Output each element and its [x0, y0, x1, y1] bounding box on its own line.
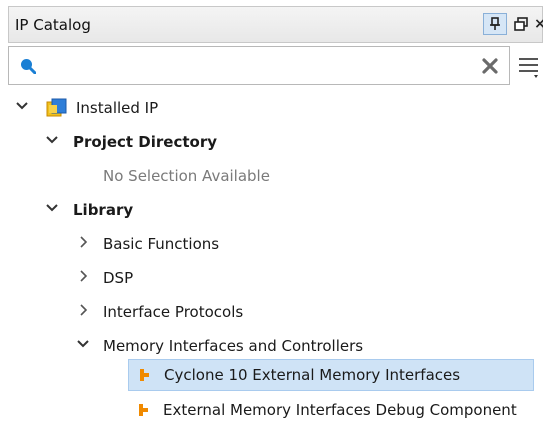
tree-node-no-selection: No Selection Available: [0, 160, 543, 192]
tree-label: Project Directory: [73, 133, 218, 151]
tree-node-interface-protocols[interactable]: Interface Protocols: [0, 296, 543, 328]
tree-label: Library: [73, 201, 134, 219]
clear-search-icon[interactable]: [481, 57, 499, 75]
menu-icon[interactable]: [514, 50, 543, 82]
tree-label: No Selection Available: [103, 167, 270, 185]
search-bar: [8, 46, 510, 85]
tree-node-project-directory[interactable]: Project Directory: [0, 126, 543, 158]
pin-icon: [490, 17, 500, 30]
close-icon: ×: [534, 16, 543, 32]
chevron-down-icon[interactable]: [46, 203, 58, 213]
tree-label: Installed IP: [76, 99, 159, 117]
chevron-right-icon[interactable]: [79, 236, 89, 248]
panel-title: IP Catalog: [15, 16, 91, 34]
close-button[interactable]: ×: [533, 13, 543, 35]
search-input[interactable]: [45, 53, 469, 79]
tree-label: Cyclone 10 External Memory Interfaces: [164, 366, 461, 384]
search-icon: [21, 59, 36, 74]
chevron-right-icon[interactable]: [79, 304, 89, 316]
tree-item-cyclone-10-emif[interactable]: Cyclone 10 External Memory Interfaces: [128, 359, 534, 391]
chevron-down-icon[interactable]: [77, 339, 89, 349]
float-window-button[interactable]: [511, 13, 531, 35]
chevron-down-icon[interactable]: [16, 101, 28, 111]
tree-item-emif-debug-component[interactable]: External Memory Interfaces Debug Compone…: [128, 395, 534, 427]
tree-label: External Memory Interfaces Debug Compone…: [163, 401, 517, 419]
tree-node-installed-ip[interactable]: Installed IP: [0, 92, 543, 124]
tree-label: Basic Functions: [103, 235, 220, 253]
float-window-icon: [514, 17, 528, 31]
installed-ip-icon: [46, 98, 67, 117]
ip-core-icon: [140, 369, 149, 381]
tree-node-basic-functions[interactable]: Basic Functions: [0, 228, 543, 260]
ip-core-icon: [139, 404, 148, 416]
tree-label: Interface Protocols: [103, 303, 244, 321]
panel-titlebar: IP Catalog ×: [8, 6, 543, 43]
tree-node-library[interactable]: Library: [0, 194, 543, 226]
tree-node-dsp[interactable]: DSP: [0, 262, 543, 294]
chevron-down-icon[interactable]: [46, 135, 58, 145]
tree-label: DSP: [103, 269, 134, 287]
chevron-right-icon[interactable]: [79, 270, 89, 282]
pin-button[interactable]: [483, 13, 507, 35]
tree-label: Memory Interfaces and Controllers: [103, 337, 364, 355]
tree-node-memory-interfaces[interactable]: Memory Interfaces and Controllers: [0, 330, 543, 362]
